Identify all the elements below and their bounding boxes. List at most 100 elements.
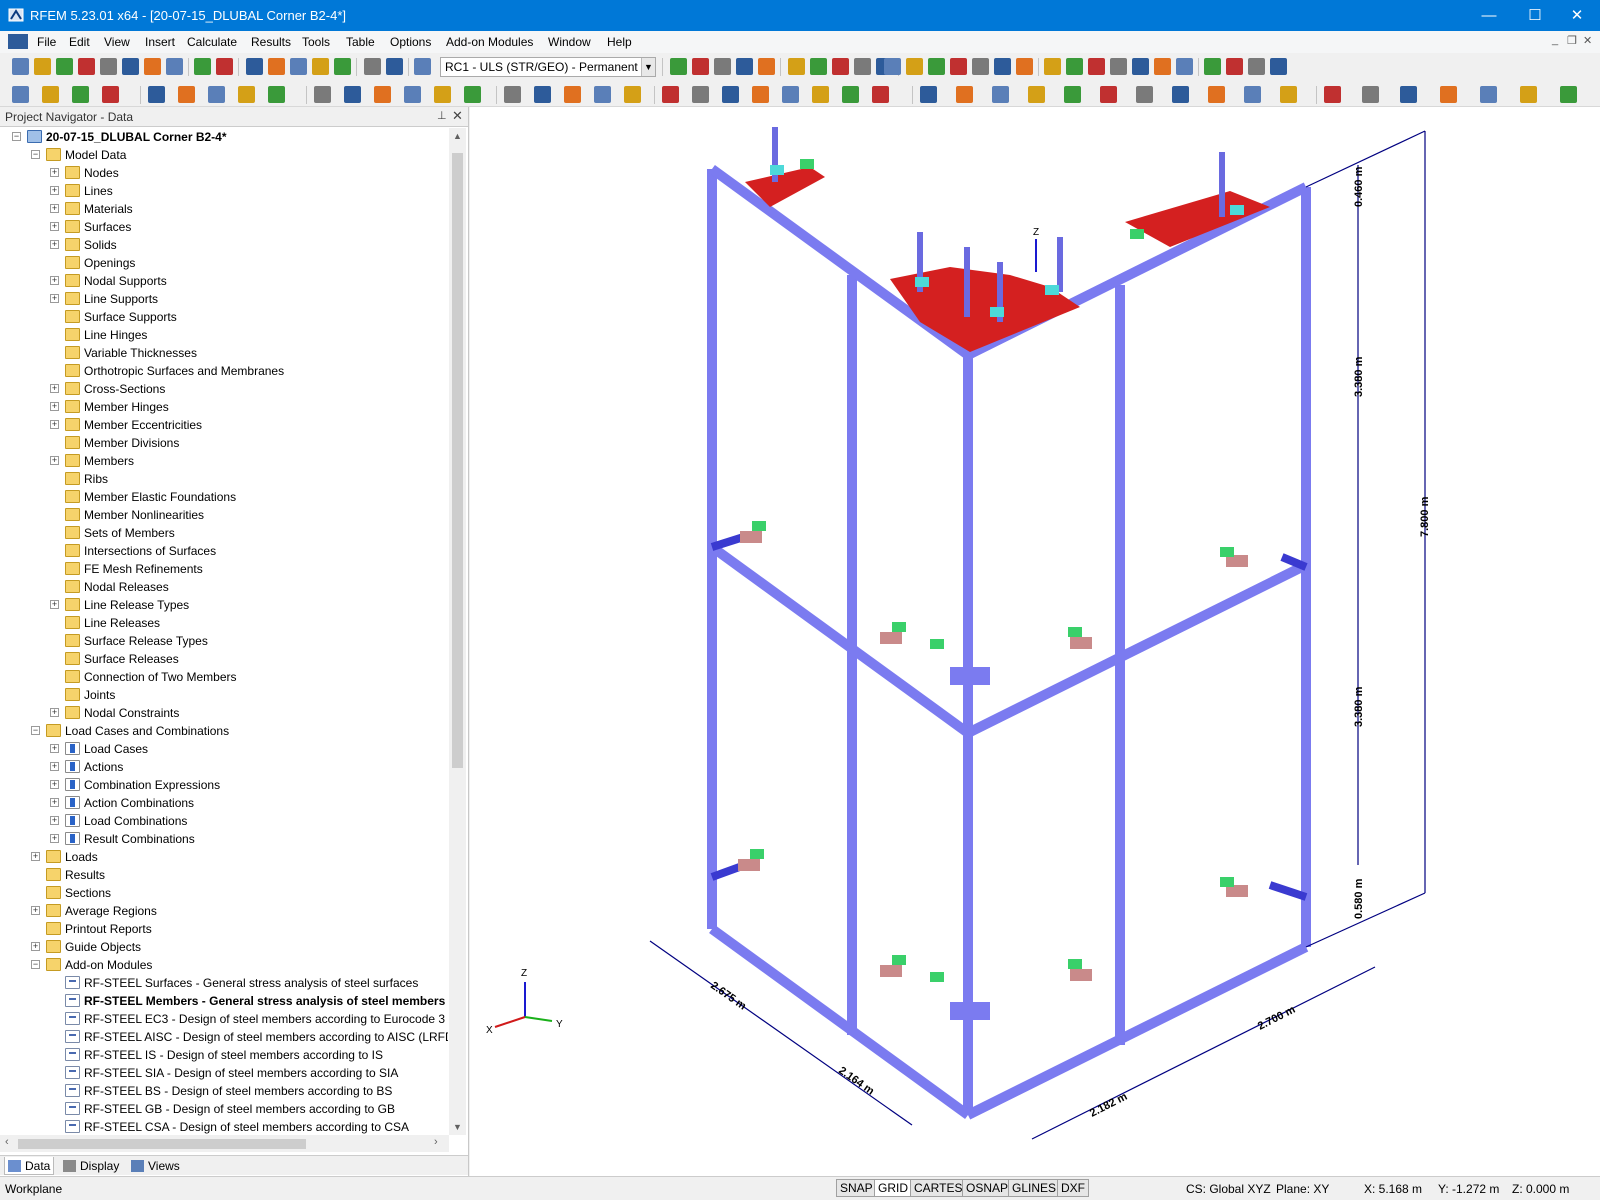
tree-item[interactable]: + Nodal Constraints xyxy=(0,704,448,722)
tree-item[interactable]: + Actions xyxy=(0,758,448,776)
toolbar-tool-icon[interactable] xyxy=(1440,86,1457,103)
toolbar-tool-icon[interactable] xyxy=(920,86,937,103)
toolbar-tool-icon[interactable] xyxy=(758,58,775,75)
toolbar-tool-icon[interactable] xyxy=(290,58,307,75)
toolbar-tool-icon[interactable] xyxy=(246,58,263,75)
mdi-close-icon[interactable]: ✕ xyxy=(1583,34,1592,47)
tree-item[interactable]: Line Hinges xyxy=(0,326,448,344)
menu-insert[interactable]: Insert xyxy=(145,35,175,49)
toolbar-tool-icon[interactable] xyxy=(166,58,183,75)
toolbar-tool-icon[interactable] xyxy=(906,58,923,75)
tree-item[interactable]: RF-STEEL CSA - Design of steel members a… xyxy=(0,1118,448,1136)
toolbar-tool-icon[interactable] xyxy=(692,58,709,75)
tree-item[interactable]: − Add-on Modules xyxy=(0,956,448,974)
tree-horizontal-scrollbar[interactable]: ‹ › xyxy=(0,1135,449,1152)
toolbar-tool-icon[interactable] xyxy=(1362,86,1379,103)
tree-item[interactable]: Sections xyxy=(0,884,448,902)
toolbar-tool-icon[interactable] xyxy=(1400,86,1417,103)
tree-item[interactable]: Variable Thicknesses xyxy=(0,344,448,362)
toolbar-tool-icon[interactable] xyxy=(994,58,1011,75)
tree-item[interactable]: + Load Cases xyxy=(0,740,448,758)
toolbar-tool-icon[interactable] xyxy=(312,58,329,75)
tree-item[interactable]: Line Releases xyxy=(0,614,448,632)
menu-edit[interactable]: Edit xyxy=(69,35,90,49)
toolbar-tool-icon[interactable] xyxy=(534,86,551,103)
menu-help[interactable]: Help xyxy=(607,35,632,49)
collapse-icon[interactable]: − xyxy=(31,960,40,969)
toolbar-tool-icon[interactable] xyxy=(950,58,967,75)
toolbar-tool-icon[interactable] xyxy=(504,86,521,103)
snap-toggle[interactable]: SNAP xyxy=(836,1179,877,1197)
expand-icon[interactable]: + xyxy=(50,384,59,393)
toolbar-tool-icon[interactable] xyxy=(1100,86,1117,103)
tree-item[interactable]: + Average Regions xyxy=(0,902,448,920)
scrollbar-thumb[interactable] xyxy=(452,153,463,768)
tree-item[interactable]: Orthotropic Surfaces and Membranes xyxy=(0,362,448,380)
toolbar-tool-icon[interactable] xyxy=(1270,58,1287,75)
tree-item[interactable]: + Lines xyxy=(0,182,448,200)
tree-item[interactable]: Surface Releases xyxy=(0,650,448,668)
toolbar-tool-icon[interactable] xyxy=(1208,86,1225,103)
tree-item[interactable]: Ribs xyxy=(0,470,448,488)
model-viewport[interactable]: Z 0.460 m 3.380 m 3.380 m 0.580 m 7.800 … xyxy=(470,107,1600,1176)
tree-item[interactable]: + Solids xyxy=(0,236,448,254)
minimize-button[interactable]: — xyxy=(1466,0,1512,31)
menu-add-on-modules[interactable]: Add-on Modules xyxy=(446,35,533,49)
pin-icon[interactable]: ⊥ xyxy=(437,109,447,122)
toolbar-tool-icon[interactable] xyxy=(1136,86,1153,103)
toolbar-tool-icon[interactable] xyxy=(268,86,285,103)
mdi-minimize-icon[interactable]: _ xyxy=(1552,34,1558,46)
expand-icon[interactable]: + xyxy=(50,780,59,789)
toolbar-tool-icon[interactable] xyxy=(884,58,901,75)
tree-item[interactable]: FE Mesh Refinements xyxy=(0,560,448,578)
toolbar-tool-icon[interactable] xyxy=(78,58,95,75)
tree-item[interactable]: + Line Supports xyxy=(0,290,448,308)
tree-item[interactable]: + Nodal Supports xyxy=(0,272,448,290)
toolbar-tool-icon[interactable] xyxy=(334,58,351,75)
collapse-icon[interactable]: − xyxy=(12,132,21,141)
menu-options[interactable]: Options xyxy=(390,35,431,49)
toolbar-tool-icon[interactable] xyxy=(56,58,73,75)
toolbar-tool-icon[interactable] xyxy=(662,86,679,103)
tree-item[interactable]: + Loads xyxy=(0,848,448,866)
toolbar-tool-icon[interactable] xyxy=(404,86,421,103)
tree-item[interactable]: RF-STEEL IS - Design of steel members ac… xyxy=(0,1046,448,1064)
tree-item[interactable]: Member Divisions xyxy=(0,434,448,452)
close-icon[interactable]: ✕ xyxy=(452,108,463,124)
expand-icon[interactable]: + xyxy=(31,852,40,861)
toolbar-tool-icon[interactable] xyxy=(1480,86,1497,103)
toolbar-tool-icon[interactable] xyxy=(216,58,233,75)
toolbar-tool-icon[interactable] xyxy=(1132,58,1149,75)
tree-item[interactable]: + Member Hinges xyxy=(0,398,448,416)
tree-item[interactable]: Intersections of Surfaces xyxy=(0,542,448,560)
toolbar-tool-icon[interactable] xyxy=(1016,58,1033,75)
toolbar-tool-icon[interactable] xyxy=(1226,58,1243,75)
expand-icon[interactable]: + xyxy=(50,600,59,609)
toolbar-tool-icon[interactable] xyxy=(208,86,225,103)
menu-view[interactable]: View xyxy=(104,35,130,49)
toolbar-tool-icon[interactable] xyxy=(594,86,611,103)
scrollbar-thumb[interactable] xyxy=(18,1139,306,1149)
toolbar-tool-icon[interactable] xyxy=(1064,86,1081,103)
expand-icon[interactable]: + xyxy=(50,744,59,753)
tree-vertical-scrollbar[interactable]: ▲ ▼ xyxy=(449,128,466,1135)
chevron-down-icon[interactable]: ▼ xyxy=(641,58,655,76)
expand-icon[interactable]: + xyxy=(50,708,59,717)
tree-item[interactable]: + Members xyxy=(0,452,448,470)
toolbar-tool-icon[interactable] xyxy=(434,86,451,103)
expand-icon[interactable]: + xyxy=(50,294,59,303)
tree-item[interactable]: + Combination Expressions xyxy=(0,776,448,794)
tree-item[interactable]: Printout Reports xyxy=(0,920,448,938)
grid-toggle[interactable]: GRID xyxy=(874,1179,912,1197)
tree-item[interactable]: + Result Combinations xyxy=(0,830,448,848)
scroll-left-icon[interactable]: ‹ xyxy=(5,1136,9,1148)
toolbar-tool-icon[interactable] xyxy=(42,86,59,103)
toolbar-tool-icon[interactable] xyxy=(102,86,119,103)
toolbar-tool-icon[interactable] xyxy=(956,86,973,103)
toolbar-tool-icon[interactable] xyxy=(1560,86,1577,103)
toolbar-tool-icon[interactable] xyxy=(12,86,29,103)
expand-icon[interactable]: + xyxy=(50,204,59,213)
tree-item[interactable]: Connection of Two Members xyxy=(0,668,448,686)
toolbar-tool-icon[interactable] xyxy=(832,58,849,75)
toolbar-tool-icon[interactable] xyxy=(1280,86,1297,103)
